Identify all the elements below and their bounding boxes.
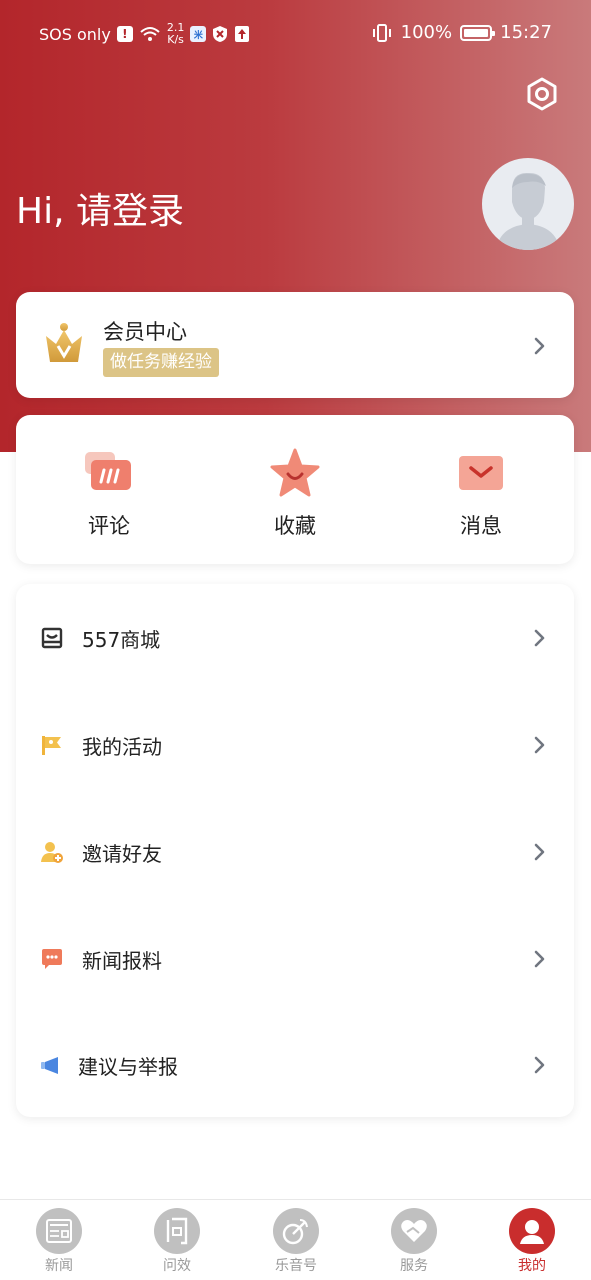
invite-user-icon: [41, 842, 63, 863]
tab-label: 我的: [518, 1258, 546, 1274]
megaphone-icon: [41, 1057, 58, 1074]
chat-report-icon: [42, 949, 62, 969]
tab-label: 问效: [163, 1258, 191, 1274]
settings-gear-icon: [527, 77, 557, 111]
menu-item-label: 建议与举报: [78, 1055, 178, 1079]
battery-percent: 100%: [400, 22, 453, 43]
alert-icon: !: [116, 26, 133, 42]
quick-action-message[interactable]: 消息: [431, 448, 531, 540]
net-speed: 2.1 K/s: [167, 22, 185, 46]
mail-icon: [459, 456, 503, 490]
settings-button[interactable]: [522, 74, 562, 114]
newspaper-icon: [36, 1208, 82, 1254]
heart-hand-icon: [391, 1208, 437, 1254]
tab-news[interactable]: 新闻: [19, 1208, 99, 1275]
wifi-icon: [140, 27, 160, 41]
quick-action-favorite[interactable]: 收藏: [245, 448, 345, 540]
app-notification-icon: 米: [190, 26, 207, 42]
carrier-text: SOS only: [39, 24, 111, 44]
menu-item-feedback-report[interactable]: 建议与举报: [16, 1011, 574, 1117]
chevron-right-icon: [534, 1056, 545, 1074]
shop-icon: [41, 627, 63, 649]
crown-icon: [46, 323, 82, 362]
tab-wenxiao[interactable]: 问效: [137, 1208, 217, 1275]
quick-action-label: 消息: [460, 514, 502, 538]
user-profile-icon: [509, 1208, 555, 1254]
bottom-tab-bar: 新闻 问效 乐音号 服务 我的: [0, 1199, 591, 1280]
tab-services[interactable]: 服务: [374, 1208, 454, 1275]
chevron-right-icon: [534, 950, 545, 968]
tab-leyinhao[interactable]: 乐音号: [256, 1208, 336, 1275]
default-avatar-icon: [496, 172, 560, 250]
chevron-right-icon: [534, 843, 545, 861]
tab-label: 乐音号: [275, 1258, 317, 1274]
flag-icon: [42, 736, 61, 755]
tab-label: 新闻: [45, 1258, 73, 1274]
quick-action-label: 收藏: [274, 514, 316, 538]
shield-icon: [213, 26, 228, 42]
tab-label: 服务: [400, 1258, 428, 1274]
menu-item-label: 新闻报料: [82, 949, 162, 973]
star-icon: [270, 448, 320, 497]
member-center-title: 会员中心: [103, 320, 187, 344]
login-greeting[interactable]: Hi, 请登录: [16, 182, 184, 234]
menu-item-my-activities[interactable]: 我的活动: [16, 691, 574, 797]
status-bar: SOS only ! 2.1 K/s 米 100% 15:27: [0, 0, 591, 66]
menu-item-news-tip[interactable]: 新闻报料: [16, 905, 574, 1011]
vibrate-icon: [372, 23, 391, 42]
battery-icon: [460, 24, 496, 41]
net-speed-unit: K/s: [167, 33, 184, 46]
broadcast-icon: [273, 1208, 319, 1254]
quick-action-comment[interactable]: 评论: [59, 448, 159, 540]
upload-icon: [235, 26, 250, 42]
menu-item-label: 邀请好友: [82, 842, 162, 866]
quick-action-label: 评论: [88, 514, 130, 538]
clock: 15:27: [500, 22, 552, 43]
menu-item-label: 我的活动: [82, 735, 162, 759]
tab-mine[interactable]: 我的: [492, 1208, 572, 1275]
member-center-card[interactable]: [16, 292, 574, 398]
menu-item-invite-friends[interactable]: 邀请好友: [16, 798, 574, 904]
chevron-right-icon: [534, 337, 545, 355]
avatar[interactable]: [482, 158, 574, 250]
menu-item-label: 557商城: [82, 628, 161, 652]
question-box-icon: [154, 1208, 200, 1254]
task-exp-badge[interactable]: 做任务赚经验: [103, 348, 219, 377]
comment-icon: [85, 452, 131, 490]
chevron-right-icon: [534, 629, 545, 647]
chevron-right-icon: [534, 736, 545, 754]
menu-item-shop[interactable]: 557商城: [16, 584, 574, 690]
